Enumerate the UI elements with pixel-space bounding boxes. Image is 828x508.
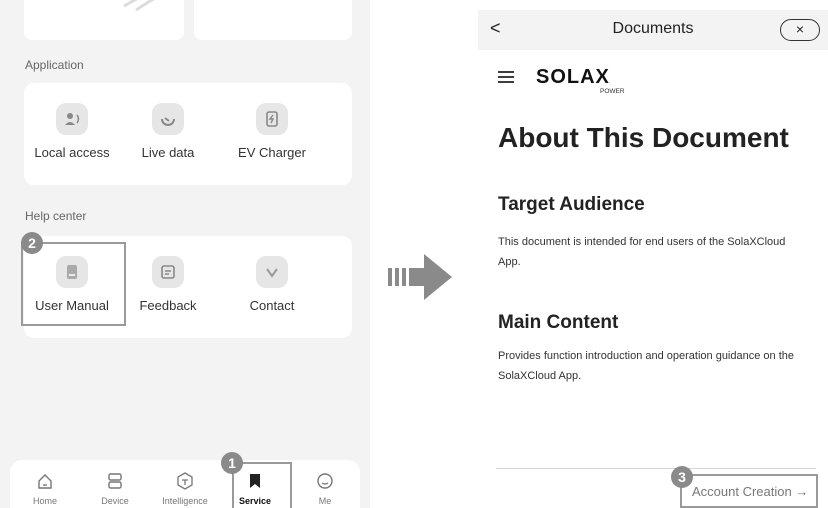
callout-badge-2: 2 bbox=[21, 232, 43, 254]
nav-me[interactable]: Me bbox=[290, 460, 360, 506]
nav-label: Me bbox=[318, 496, 332, 506]
solax-logo: SOLAX POWER bbox=[536, 66, 625, 95]
contact-icon bbox=[256, 256, 288, 288]
section-title-help-center: Help center bbox=[25, 209, 87, 223]
menu-icon[interactable] bbox=[498, 70, 514, 84]
tile-local-access[interactable]: Local access bbox=[24, 103, 120, 160]
document-heading: About This Document bbox=[498, 122, 789, 153]
tile-live-data[interactable]: Live data bbox=[120, 103, 216, 160]
nav-label: Device bbox=[101, 496, 129, 506]
section-title-application: Application bbox=[25, 58, 84, 72]
user-manual-highlight bbox=[21, 242, 126, 326]
section-heading-target-audience: Target Audience bbox=[498, 194, 645, 215]
application-card: Local access Live data EV Charger bbox=[24, 83, 352, 185]
divider bbox=[496, 468, 816, 469]
callout-badge-3: 3 bbox=[671, 466, 693, 488]
home-icon bbox=[10, 470, 80, 492]
tile-label: Live data bbox=[141, 145, 195, 160]
tile-label: EV Charger bbox=[238, 145, 306, 160]
tile-label: Local access bbox=[34, 145, 110, 160]
bottom-nav: Home Device Intelligence Service Me bbox=[10, 460, 360, 508]
page-title: Documents bbox=[612, 20, 694, 37]
callout-badge-1: 1 bbox=[221, 452, 243, 474]
svg-text:SOLAX: SOLAX bbox=[536, 66, 610, 88]
close-button[interactable]: × bbox=[780, 19, 820, 41]
nav-intelligence[interactable]: Intelligence bbox=[150, 460, 220, 506]
top-card-right[interactable] bbox=[194, 0, 352, 40]
tile-label: Contact bbox=[249, 298, 295, 313]
document-content: SOLAX POWER About This Document Target A… bbox=[478, 50, 828, 508]
arrow-right-icon bbox=[388, 254, 452, 300]
card-illustration bbox=[123, 0, 155, 12]
charger-icon bbox=[256, 103, 288, 135]
person-icon bbox=[56, 103, 88, 135]
gauge-icon bbox=[152, 103, 184, 135]
tile-ev-charger[interactable]: EV Charger bbox=[220, 103, 324, 160]
tile-label: Feedback bbox=[139, 298, 197, 313]
section-body-main-content: Provides function introduction and opera… bbox=[498, 350, 794, 382]
service-screen: Application Local access Live data EV Ch… bbox=[0, 0, 370, 508]
documents-screen: < Documents × SOLAX POWER About This Doc… bbox=[478, 0, 828, 508]
section-body-target-audience: This document is intended for end users … bbox=[498, 236, 786, 268]
tile-feedback[interactable]: Feedback bbox=[120, 256, 216, 313]
device-icon bbox=[80, 470, 150, 492]
nav-label: Home bbox=[32, 496, 57, 506]
nav-label: Intelligence bbox=[162, 496, 208, 506]
next-page-link[interactable]: Account Creation → bbox=[680, 474, 818, 508]
feedback-icon bbox=[152, 256, 184, 288]
profile-icon bbox=[290, 470, 360, 492]
documents-header: < Documents × bbox=[478, 10, 828, 50]
top-card-left[interactable] bbox=[24, 0, 184, 40]
nav-home[interactable]: Home bbox=[10, 460, 80, 506]
section-heading-main-content: Main Content bbox=[498, 312, 619, 333]
nav-device[interactable]: Device bbox=[80, 460, 150, 506]
intelligence-icon bbox=[150, 470, 220, 492]
svg-text:POWER: POWER bbox=[600, 88, 625, 95]
tile-contact[interactable]: Contact bbox=[220, 256, 324, 313]
